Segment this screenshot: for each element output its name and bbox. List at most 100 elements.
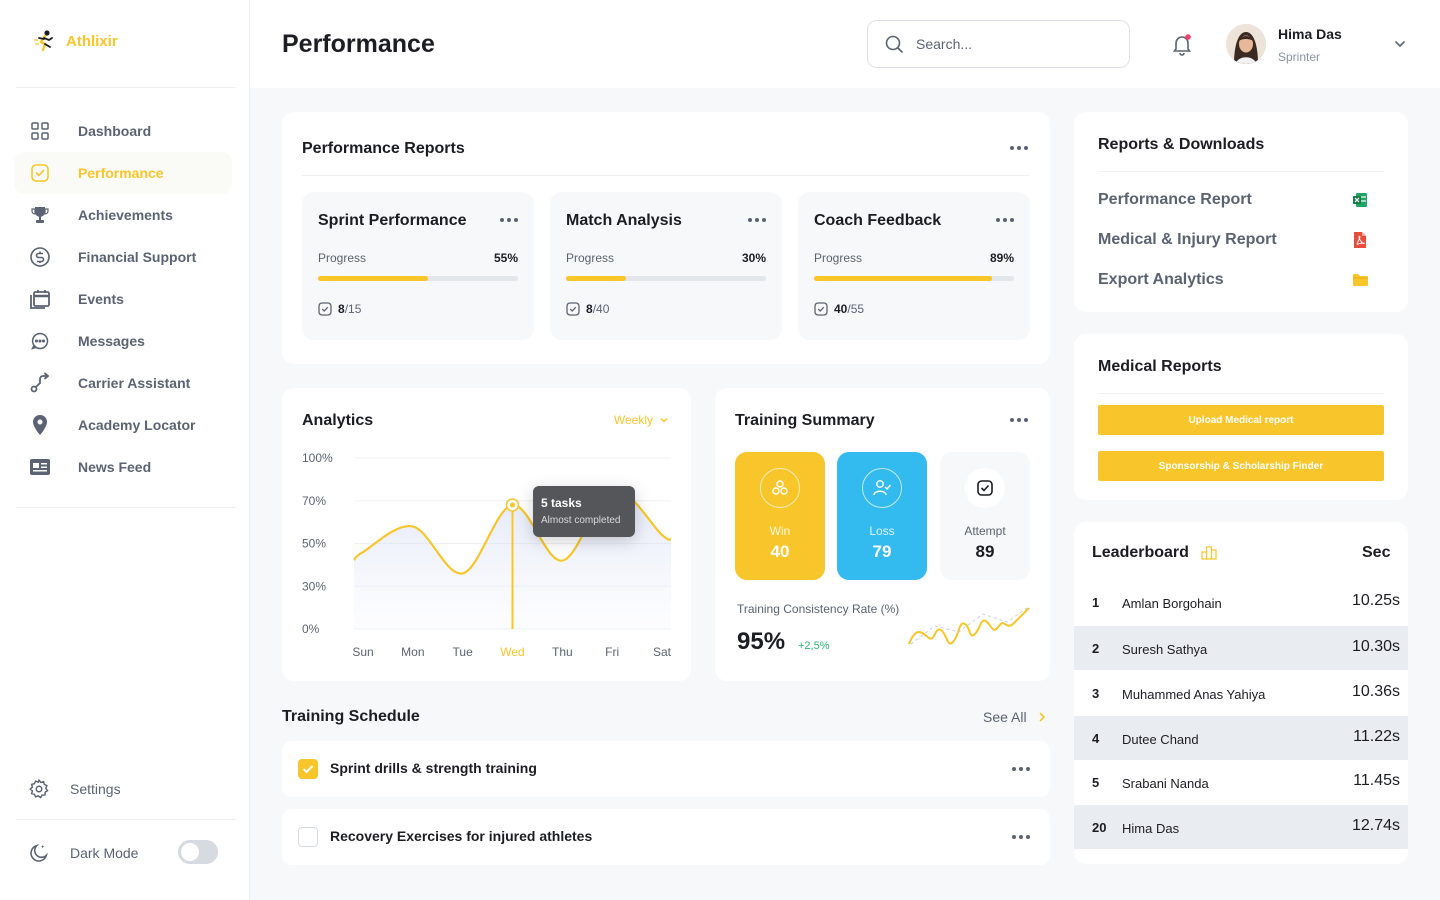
dark-mode-label: Dark Mode bbox=[70, 845, 139, 861]
schedule-item[interactable]: Recovery Exercises for injured athletes bbox=[282, 809, 1050, 865]
sidebar-item-news-feed[interactable]: News Feed bbox=[14, 446, 232, 488]
checkbox-checked[interactable] bbox=[298, 759, 318, 779]
dollar-icon bbox=[28, 245, 52, 269]
report-card-coach[interactable]: Coach Feedback Progress 89% 40/55 bbox=[798, 192, 1030, 340]
sidebar-item-label: Achievements bbox=[78, 207, 173, 223]
leaderboard-card: Leaderboard Sec 1 Amlan Borgohain 10.25s… bbox=[1074, 522, 1408, 864]
grid-icon bbox=[28, 119, 52, 143]
win-stat: Win 40 bbox=[735, 452, 825, 580]
x-tick-label: Thu bbox=[552, 645, 573, 659]
sidebar-item-dashboard[interactable]: Dashboard bbox=[14, 110, 232, 152]
chevron-right-icon bbox=[1039, 712, 1045, 722]
sidebar-item-carrier-assistant[interactable]: Carrier Assistant bbox=[14, 362, 232, 404]
stat-label: Win bbox=[769, 524, 791, 538]
notification-button[interactable] bbox=[1170, 32, 1194, 61]
progress-bar bbox=[814, 276, 1014, 281]
card-title: Performance Reports bbox=[302, 140, 465, 157]
runner-logo-icon bbox=[34, 30, 53, 52]
user-menu-toggle[interactable] bbox=[1392, 36, 1408, 57]
y-tick-label: 0% bbox=[302, 622, 320, 636]
user-check-icon bbox=[862, 468, 902, 508]
chart-tooltip: 5 tasks Almost completed bbox=[533, 486, 635, 537]
progress-value: 30% bbox=[741, 251, 766, 265]
leaderboard-row[interactable]: 20 Hima Das 12.74s bbox=[1074, 805, 1408, 849]
sidebar-item-messages[interactable]: Messages bbox=[14, 320, 232, 362]
avatar[interactable] bbox=[1226, 24, 1266, 64]
checkbox-icon bbox=[318, 302, 332, 316]
rank: 5 bbox=[1092, 775, 1100, 790]
checkbox-unchecked[interactable] bbox=[298, 827, 318, 847]
progress-value: 89% bbox=[989, 251, 1014, 265]
reports-downloads-card: Reports & Downloads Performance Report M… bbox=[1074, 112, 1408, 312]
more-options-icon[interactable] bbox=[1010, 146, 1028, 150]
total-count: /15 bbox=[344, 302, 362, 316]
more-options-icon[interactable] bbox=[996, 218, 1014, 222]
more-options-icon[interactable] bbox=[1012, 835, 1030, 839]
app-logo[interactable]: Athlixir bbox=[32, 28, 118, 54]
sidebar-item-label: Carrier Assistant bbox=[78, 375, 191, 391]
page-title: Performance bbox=[282, 30, 435, 58]
chat-icon bbox=[28, 329, 52, 353]
athlete-name: Hima Das bbox=[1122, 821, 1180, 836]
report-card-sprint[interactable]: Sprint Performance Progress 55% 8/15 bbox=[302, 192, 534, 340]
excel-icon[interactable] bbox=[1352, 192, 1368, 208]
download-performance-report[interactable]: Performance Report bbox=[1098, 191, 1252, 209]
settings-link[interactable]: Settings bbox=[28, 778, 121, 800]
sidebar-item-label: Academy Locator bbox=[78, 417, 196, 433]
win-icon bbox=[760, 468, 800, 508]
card-title: Training Summary bbox=[735, 412, 875, 429]
card-divider bbox=[1098, 171, 1384, 172]
sponsorship-finder-button[interactable]: Sponsorship & Scholarship Finder bbox=[1098, 451, 1384, 481]
performance-reports-card: Performance Reports Sprint Performance P… bbox=[282, 112, 1050, 364]
x-tick-label: Fri bbox=[605, 645, 619, 659]
dark-mode-toggle[interactable] bbox=[178, 840, 218, 864]
download-medical-injury-report[interactable]: Medical & Injury Report bbox=[1098, 231, 1277, 249]
attempt-stat: Attempt 89 bbox=[940, 452, 1030, 580]
sidebar-item-events[interactable]: Events bbox=[14, 278, 232, 320]
sidebar-item-financial-support[interactable]: Financial Support bbox=[14, 236, 232, 278]
sidebar-item-performance[interactable]: Performance bbox=[14, 152, 232, 194]
schedule-item[interactable]: Sprint drills & strength training bbox=[282, 741, 1050, 797]
tooltip-title: 5 tasks bbox=[541, 496, 582, 510]
see-all-link[interactable]: See All bbox=[983, 709, 1047, 725]
time: 10.30s bbox=[1351, 638, 1400, 655]
time: 10.25s bbox=[1351, 592, 1400, 609]
export-analytics[interactable]: Export Analytics bbox=[1098, 271, 1224, 289]
search-box[interactable] bbox=[867, 20, 1130, 68]
analytics-card: Analytics Weekly 100% 70% 50% 30% 0% Sun Mon Tu… bbox=[282, 388, 691, 681]
more-options-icon[interactable] bbox=[500, 218, 518, 222]
more-options-icon[interactable] bbox=[1012, 767, 1030, 771]
more-options-icon[interactable] bbox=[1010, 418, 1028, 422]
bell-icon bbox=[1172, 34, 1192, 56]
x-tick-label: Mon bbox=[401, 645, 424, 659]
leaderboard-row[interactable]: 4 Dutee Chand 11.22s bbox=[1074, 716, 1408, 760]
leaderboard-row[interactable]: 2 Suresh Sathya 10.30s bbox=[1074, 626, 1408, 670]
sidebar-item-academy-locator[interactable]: Academy Locator bbox=[14, 404, 232, 446]
highlight-point-core bbox=[510, 502, 515, 508]
sidebar: Athlixir Dashboard Performance Achieveme… bbox=[0, 0, 250, 900]
sidebar-item-achievements[interactable]: Achievements bbox=[14, 194, 232, 236]
calendar-icon bbox=[28, 287, 52, 311]
report-title: Coach Feedback bbox=[814, 212, 942, 229]
training-summary-card: Training Summary Win 40 Loss 79 Attempt … bbox=[715, 388, 1050, 681]
moon-icon bbox=[30, 844, 48, 862]
report-card-match[interactable]: Match Analysis Progress 30% 8/40 bbox=[550, 192, 782, 340]
toggle-knob bbox=[181, 843, 199, 861]
stat-label: Attempt bbox=[964, 524, 1006, 538]
more-options-icon[interactable] bbox=[748, 218, 766, 222]
progress-label: Progress bbox=[566, 251, 615, 265]
progress-label: Progress bbox=[318, 251, 367, 265]
leaderboard-row[interactable]: 3 Muhammed Anas Yahiya 10.36s bbox=[1074, 671, 1408, 715]
search-input[interactable] bbox=[916, 36, 1106, 52]
task-count: 8/40 bbox=[566, 302, 609, 316]
progress-fill bbox=[318, 276, 428, 281]
folder-icon[interactable] bbox=[1352, 273, 1369, 287]
rank: 1 bbox=[1092, 595, 1100, 610]
leaderboard-row[interactable]: 5 Srabani Nanda 11.45s bbox=[1074, 760, 1408, 804]
leaderboard-row[interactable]: 1 Amlan Borgohain 10.25s bbox=[1074, 580, 1408, 624]
progress-fill bbox=[814, 276, 992, 281]
stat-label: Loss bbox=[869, 524, 895, 538]
pdf-icon[interactable] bbox=[1352, 231, 1368, 249]
athlete-name: Suresh Sathya bbox=[1122, 642, 1208, 657]
upload-medical-report-button[interactable]: Upload Medical report bbox=[1098, 405, 1384, 435]
